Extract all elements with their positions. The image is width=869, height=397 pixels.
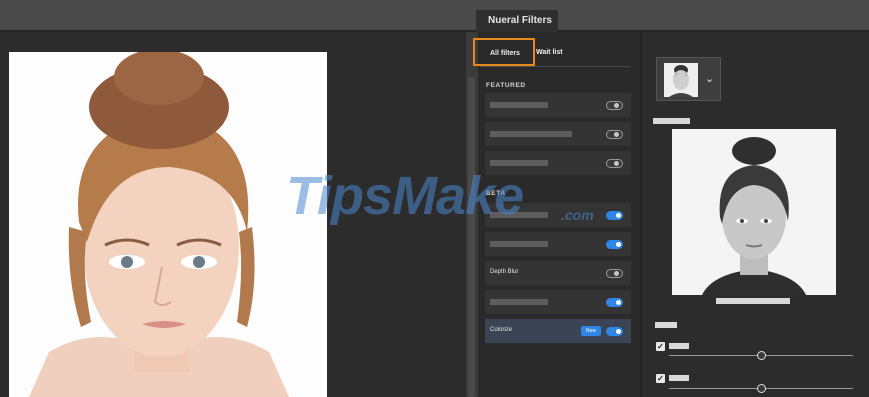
neural-filters-tab[interactable]: Nueral Filters	[476, 10, 558, 32]
slider-label-placeholder	[669, 343, 689, 349]
new-badge: New	[581, 326, 601, 336]
portrait-image	[9, 52, 327, 397]
chevron-down-icon[interactable]: ⌄	[705, 72, 714, 85]
section-featured-heading: FEATURED	[486, 82, 526, 89]
adjustment-slider[interactable]	[669, 351, 853, 360]
adjustments-label-placeholder	[655, 322, 677, 328]
reference-image-dropdown[interactable]: ⌄	[656, 57, 721, 101]
tab-all-filters[interactable]: All filters	[473, 38, 535, 66]
filter-toggle[interactable]	[606, 298, 623, 307]
filter-label-placeholder	[490, 102, 548, 108]
reference-thumbnail	[664, 63, 698, 97]
filter-row[interactable]	[485, 93, 631, 117]
filter-toggle[interactable]	[606, 327, 623, 336]
checkbox-icon[interactable]: ✓	[656, 374, 665, 383]
preview-caption-placeholder	[716, 298, 790, 304]
preview-portrait-image	[672, 129, 836, 295]
filter-toggle[interactable]	[606, 269, 623, 278]
slider-knob[interactable]	[757, 384, 766, 393]
filter-row[interactable]	[485, 232, 631, 256]
photoshop-neural-filters-workspace: Nueral Filters All filters Wait list FEA…	[0, 0, 869, 397]
filter-label: Depth Blur	[490, 269, 519, 275]
filter-label-placeholder	[490, 241, 548, 247]
filter-toggle[interactable]	[606, 130, 623, 139]
filter-label-placeholder	[490, 299, 548, 305]
slider-knob[interactable]	[757, 351, 766, 360]
filter-toggle[interactable]	[606, 159, 623, 168]
tab-wait-list[interactable]: Wait list	[536, 49, 563, 56]
preview-image	[672, 129, 836, 295]
checkbox-icon[interactable]: ✓	[656, 342, 665, 351]
filter-toggle[interactable]	[606, 101, 623, 110]
slider-label-placeholder	[669, 375, 689, 381]
watermark: TipsMake	[286, 166, 524, 226]
watermark-suffix: .com	[561, 207, 594, 223]
filter-toggle[interactable]	[606, 240, 623, 249]
filter-toggle[interactable]	[606, 211, 623, 220]
tabs-underline	[480, 66, 630, 67]
adjustment-slider[interactable]	[669, 384, 853, 393]
reference-thumbnail-image	[664, 63, 698, 97]
filter-label-placeholder	[490, 131, 572, 137]
filter-row-depth-blur[interactable]: Depth Blur	[485, 261, 631, 285]
scrollbar-thumb[interactable]	[468, 77, 475, 397]
filter-label: Colorize	[490, 327, 513, 333]
top-bar	[0, 0, 869, 30]
preview-label-placeholder	[653, 118, 690, 124]
filter-row-colorize[interactable]: Colorize New	[485, 319, 631, 343]
filter-row[interactable]	[485, 122, 631, 146]
portrait-photo	[9, 52, 327, 397]
filter-row[interactable]	[485, 290, 631, 314]
